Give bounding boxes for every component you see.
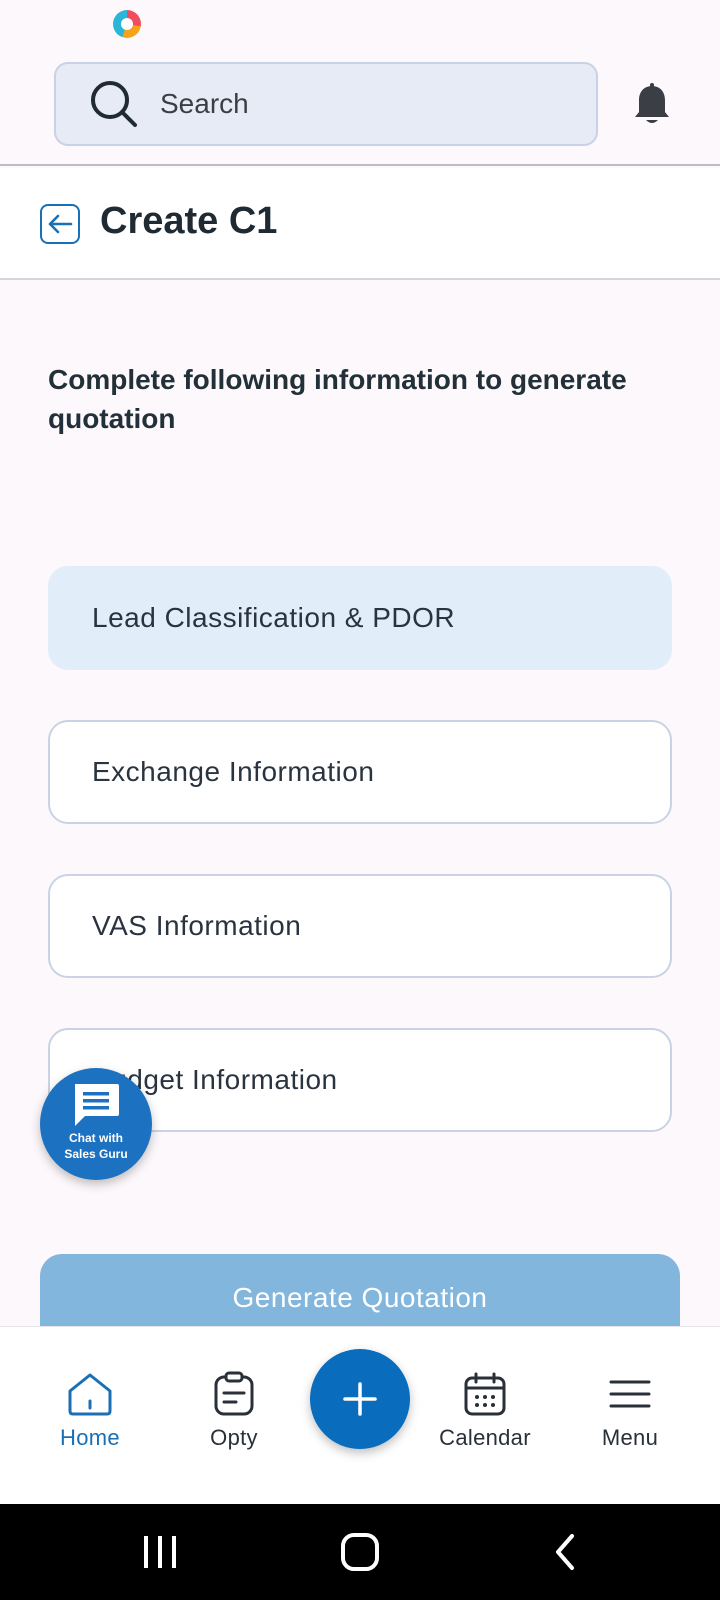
section-lead-classification[interactable]: Lead Classification & PDOR (48, 566, 672, 670)
top-header (0, 48, 720, 166)
nav-opty[interactable]: Opty (174, 1371, 294, 1451)
plus-icon (343, 1382, 377, 1416)
search-input[interactable] (160, 88, 540, 120)
section-exchange-information[interactable]: Exchange Information (48, 720, 672, 824)
hamburger-icon (609, 1380, 651, 1408)
nav-calendar-label: Calendar (439, 1425, 531, 1450)
home-system-icon[interactable] (340, 1532, 380, 1572)
nav-home-label: Home (60, 1425, 120, 1450)
chat-sales-guru-button[interactable]: Chat with Sales Guru (40, 1068, 152, 1180)
status-bar (0, 0, 720, 48)
app-notification-icon (113, 10, 141, 38)
calendar-icon (464, 1372, 506, 1416)
back-system-icon[interactable] (550, 1532, 580, 1572)
bell-icon[interactable] (632, 82, 672, 126)
nav-menu-label: Menu (601, 1425, 659, 1450)
system-nav-bar (0, 1504, 720, 1600)
bottom-nav: Home Opty Calendar Menu (0, 1326, 720, 1504)
back-button[interactable] (40, 204, 80, 244)
nav-opty-label: Opty (210, 1425, 258, 1450)
home-icon (68, 1373, 112, 1416)
title-bar: Create C1 (0, 168, 720, 280)
page-subtitle: Complete following information to genera… (48, 364, 627, 434)
nav-calendar[interactable]: Calendar (425, 1371, 545, 1451)
search-box[interactable] (54, 62, 598, 146)
add-button[interactable] (310, 1349, 410, 1449)
nav-menu[interactable]: Menu (570, 1371, 690, 1451)
page-title: Create C1 (100, 200, 278, 242)
arrow-left-icon (48, 214, 73, 234)
search-icon (91, 81, 137, 127)
chat-bubble-icon (75, 1084, 119, 1126)
recent-apps-icon[interactable] (140, 1532, 180, 1572)
section-vas-information[interactable]: VAS Information (48, 874, 672, 978)
clipboard-icon (214, 1371, 254, 1416)
nav-home[interactable]: Home (30, 1371, 150, 1451)
chat-label: Chat with Sales Guru (64, 1131, 128, 1161)
